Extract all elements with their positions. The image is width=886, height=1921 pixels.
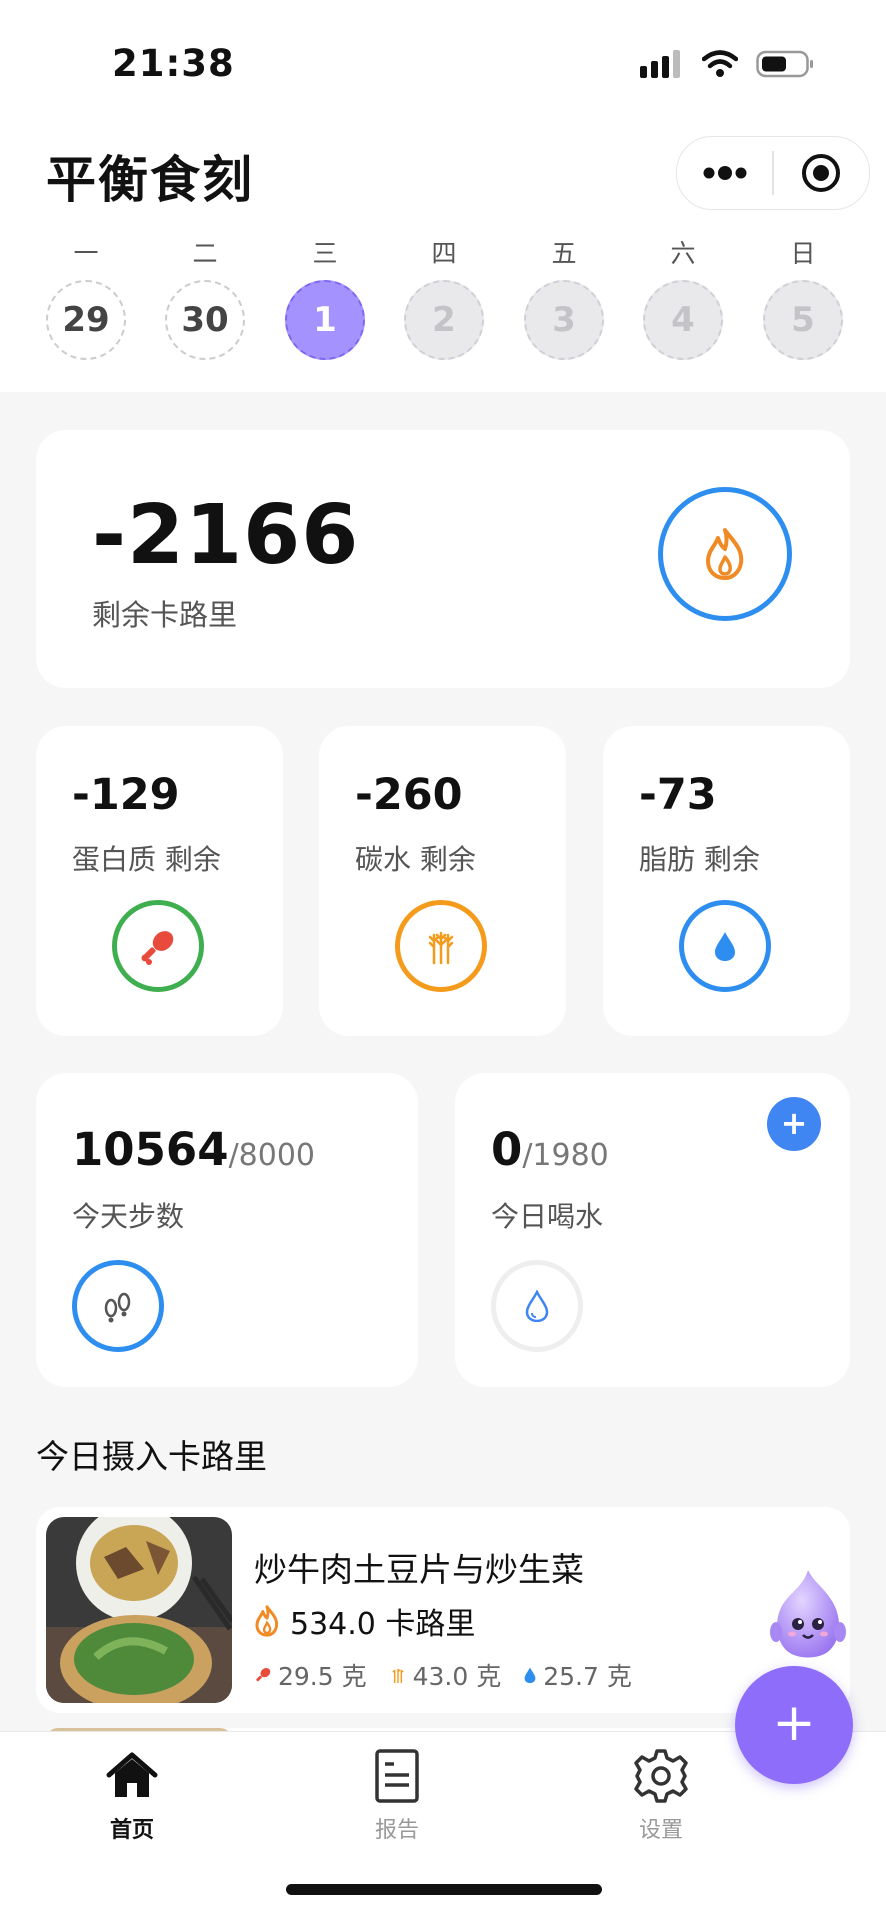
meal-protein-value: 29.5 克 xyxy=(278,1662,367,1691)
status-time: 21:38 xyxy=(112,42,235,85)
meal-macros: 29.5 克 43.0 克 25.7 克 xyxy=(254,1657,632,1693)
fat-remaining-value: -73 xyxy=(639,770,717,820)
day-thu[interactable]: 四 2 xyxy=(402,236,486,360)
carbs-remaining-value: -260 xyxy=(355,770,463,820)
meal-calories-value: 534.0 卡路里 xyxy=(290,1607,476,1642)
close-miniprogram-button[interactable] xyxy=(774,137,869,209)
wheat-icon xyxy=(428,931,454,965)
weekday-label: 五 xyxy=(551,239,577,268)
fat-ring xyxy=(679,900,771,992)
date-circle: 4 xyxy=(643,280,723,360)
steps-ring xyxy=(72,1260,164,1352)
water-ring xyxy=(491,1260,583,1352)
date-circle: 1 xyxy=(285,280,365,360)
meal-carbs-value: 43.0 克 xyxy=(412,1662,502,1691)
tab-label: 报告 xyxy=(374,1818,419,1843)
water-drop-icon xyxy=(525,1290,549,1322)
calories-card[interactable]: -2166 剩余卡路里 xyxy=(36,430,850,688)
meal-name: 炒牛肉土豆片与炒生菜 xyxy=(254,1550,584,1589)
carbs-remaining-label: 碳水 剩余 xyxy=(355,843,476,876)
weekday-label: 六 xyxy=(670,239,696,268)
fat-remaining-label: 脂肪 剩余 xyxy=(639,843,760,876)
meal-fat: 25.7 克 xyxy=(523,1657,632,1693)
tab-label: 设置 xyxy=(638,1818,683,1843)
signal-icon xyxy=(640,50,680,78)
report-icon xyxy=(375,1749,419,1803)
date-circle: 30 xyxy=(165,280,245,360)
steps-value: 10564/8000 xyxy=(72,1123,315,1176)
weekday-label: 一 xyxy=(73,239,99,268)
day-sat[interactable]: 六 4 xyxy=(641,236,725,360)
add-water-button[interactable]: + xyxy=(767,1097,821,1151)
carbs-card[interactable]: -260 碳水 剩余 xyxy=(319,726,566,1036)
wheat-icon xyxy=(391,1668,404,1684)
target-icon xyxy=(802,154,841,192)
water-card[interactable]: 0/1980 今日喝水 + xyxy=(455,1073,850,1387)
meal-protein: 29.5 克 xyxy=(254,1657,367,1693)
footprints-icon xyxy=(104,1292,131,1323)
wifi-icon xyxy=(702,50,738,77)
battery-icon xyxy=(756,50,813,78)
calories-remaining-value: -2166 xyxy=(92,488,360,583)
drop-icon xyxy=(524,1667,536,1684)
water-count: 0 xyxy=(491,1123,523,1176)
add-meal-fab[interactable]: + xyxy=(735,1666,853,1784)
protein-ring xyxy=(112,900,204,992)
day-mon[interactable]: 一 29 xyxy=(44,236,128,360)
water-label: 今日喝水 xyxy=(491,1200,604,1233)
home-indicator xyxy=(286,1884,602,1895)
capsule-menu xyxy=(676,136,870,210)
date-circle: 29 xyxy=(46,280,126,360)
weekday-label: 日 xyxy=(790,239,816,268)
flame-icon xyxy=(706,528,744,580)
day-fri[interactable]: 五 3 xyxy=(522,236,606,360)
drumstick-icon xyxy=(256,1667,271,1682)
date-circle: 5 xyxy=(763,280,843,360)
page-title: 平衡食刻 xyxy=(46,151,254,209)
status-icons xyxy=(640,50,814,78)
calories-remaining-label: 剩余卡路里 xyxy=(92,598,238,632)
water-goal: /1980 xyxy=(522,1138,609,1173)
tab-settings[interactable]: 设置 xyxy=(591,1744,731,1844)
fat-card[interactable]: -73 脂肪 剩余 xyxy=(603,726,850,1036)
protein-remaining-label: 蛋白质 剩余 xyxy=(72,843,221,876)
mascot-character[interactable] xyxy=(770,1568,846,1668)
meal-carbs: 43.0 克 xyxy=(389,1657,502,1693)
day-sun[interactable]: 日 5 xyxy=(761,236,845,360)
steps-label: 今天步数 xyxy=(72,1200,185,1233)
tab-report[interactable]: 报告 xyxy=(327,1744,467,1844)
weekday-label: 四 xyxy=(431,239,457,268)
mascot-icon xyxy=(770,1570,846,1658)
day-wed[interactable]: 三 1 xyxy=(283,236,367,360)
flame-icon xyxy=(255,1605,279,1637)
weekday-label: 二 xyxy=(192,239,218,268)
tab-home[interactable]: 首页 xyxy=(62,1744,202,1844)
steps-count: 10564 xyxy=(72,1123,229,1176)
date-circle: 3 xyxy=(524,280,604,360)
date-circle: 2 xyxy=(404,280,484,360)
steps-goal: /8000 xyxy=(228,1138,316,1173)
more-dots-icon xyxy=(703,166,747,180)
weekday-label: 三 xyxy=(312,239,338,268)
gear-icon xyxy=(634,1749,688,1803)
meal-fat-value: 25.7 克 xyxy=(543,1662,632,1691)
meal-photo xyxy=(46,1517,232,1703)
more-button[interactable] xyxy=(677,137,772,209)
calories-ring xyxy=(658,487,792,621)
meal-card[interactable]: 炒牛肉土豆片与炒生菜 534.0 卡路里 29.5 克 43.0 克 25.7 … xyxy=(36,1507,850,1713)
meal-calories: 534.0 卡路里 xyxy=(254,1599,475,1643)
day-tue[interactable]: 二 30 xyxy=(163,236,247,360)
water-value: 0/1980 xyxy=(491,1123,609,1176)
steps-card[interactable]: 10564/8000 今天步数 xyxy=(36,1073,418,1387)
drop-icon xyxy=(715,932,735,961)
carbs-ring xyxy=(395,900,487,992)
drumstick-icon xyxy=(141,931,174,965)
home-icon xyxy=(106,1752,158,1797)
intake-section-title: 今日摄入卡路里 xyxy=(36,1437,267,1476)
tab-label: 首页 xyxy=(109,1818,154,1843)
protein-remaining-value: -129 xyxy=(72,770,180,820)
protein-card[interactable]: -129 蛋白质 剩余 xyxy=(36,726,283,1036)
